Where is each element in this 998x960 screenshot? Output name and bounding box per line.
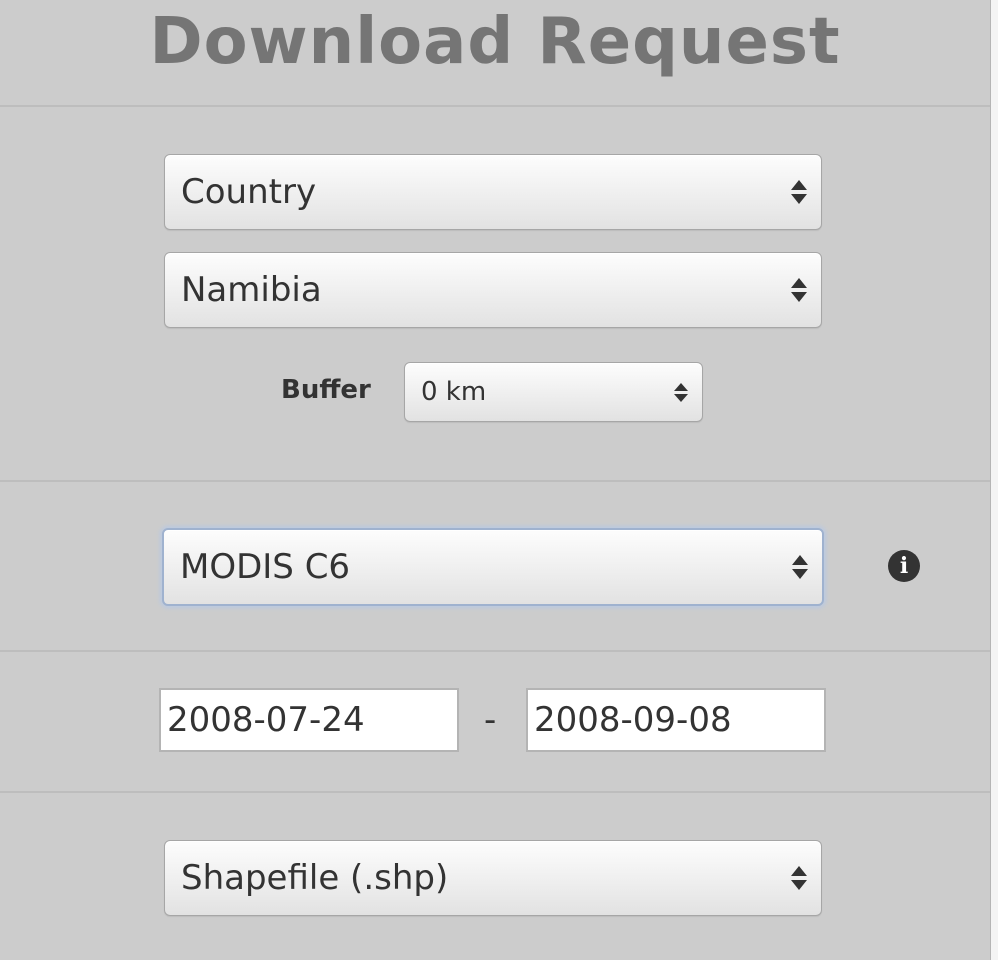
format-value: Shapefile (.shp) (181, 858, 449, 898)
date-separator: - (484, 700, 497, 740)
format-select[interactable]: Shapefile (.shp) (164, 840, 822, 916)
end-date-input[interactable]: 2008-09-08 (526, 688, 826, 752)
divider (0, 791, 990, 793)
page-title: Download Request (149, 5, 841, 79)
region-type-value: Country (181, 172, 317, 212)
select-arrows-icon (791, 155, 807, 229)
divider (0, 650, 990, 652)
select-arrows-icon (792, 530, 808, 604)
region-select[interactable]: Namibia (164, 252, 822, 328)
scrollbar[interactable] (990, 0, 998, 960)
dataset-select[interactable]: MODIS C6 (162, 528, 824, 606)
buffer-label: Buffer (281, 375, 371, 405)
region-type-select[interactable]: Country (164, 154, 822, 230)
select-arrows-icon (791, 841, 807, 915)
buffer-value: 0 km (421, 377, 487, 407)
divider (0, 480, 990, 482)
select-arrows-icon (791, 253, 807, 327)
divider (0, 105, 990, 107)
buffer-select[interactable]: 0 km (404, 362, 703, 422)
dataset-value: MODIS C6 (180, 547, 351, 587)
start-date-input[interactable]: 2008-07-24 (159, 688, 459, 752)
info-icon[interactable]: i (888, 550, 920, 582)
select-arrows-icon (674, 363, 688, 421)
region-value: Namibia (181, 270, 322, 310)
